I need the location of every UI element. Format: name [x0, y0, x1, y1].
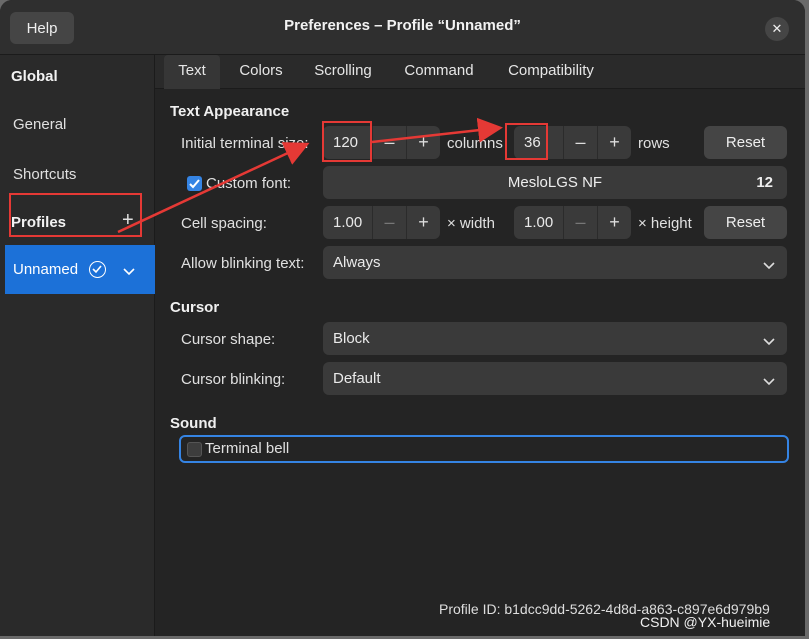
arrow-columns-to-rows — [371, 117, 503, 144]
arrow-profile-to-columns — [117, 142, 310, 234]
watermark: CSDN @YX-hueimie — [640, 614, 771, 630]
annotation-arrows — [117, 117, 503, 234]
